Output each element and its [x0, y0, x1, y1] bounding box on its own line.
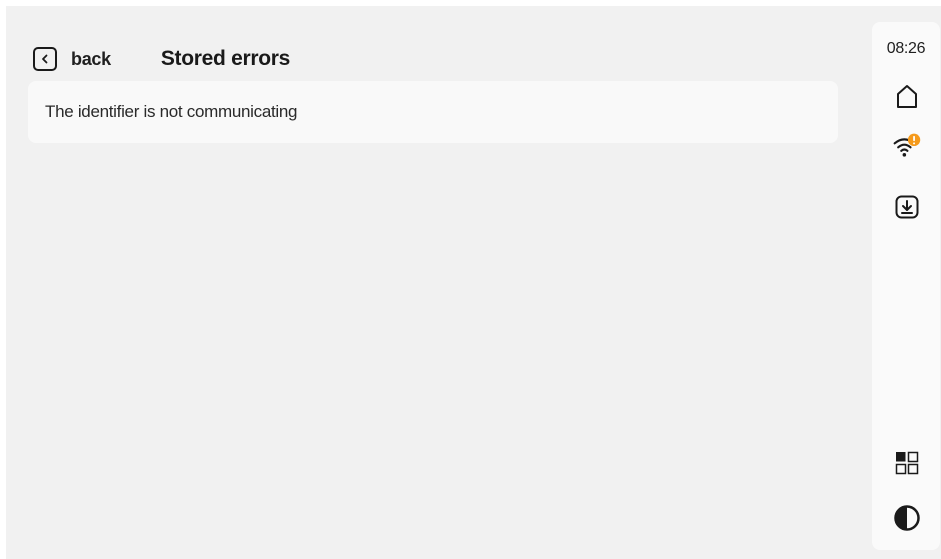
page-title: Stored errors: [160, 47, 290, 70]
error-list-item[interactable]: The identifier is not communicating: [28, 81, 838, 143]
apps-grid-icon[interactable]: [892, 448, 922, 478]
home-icon[interactable]: [892, 81, 922, 111]
back-label: back: [71, 48, 111, 69]
download-icon[interactable]: [892, 192, 922, 222]
screen: back Stored errors The identifier is not…: [6, 6, 941, 559]
sidebar: 08:26: [872, 22, 940, 550]
contrast-icon[interactable]: [892, 503, 922, 533]
wifi-warning-icon[interactable]: [892, 131, 922, 161]
back-button[interactable]: back: [33, 36, 111, 82]
header: back Stored errors: [33, 36, 290, 82]
error-message: The identifier is not communicating: [45, 102, 298, 121]
clock: 08:26: [886, 40, 926, 57]
chevron-left-icon: [33, 47, 57, 71]
